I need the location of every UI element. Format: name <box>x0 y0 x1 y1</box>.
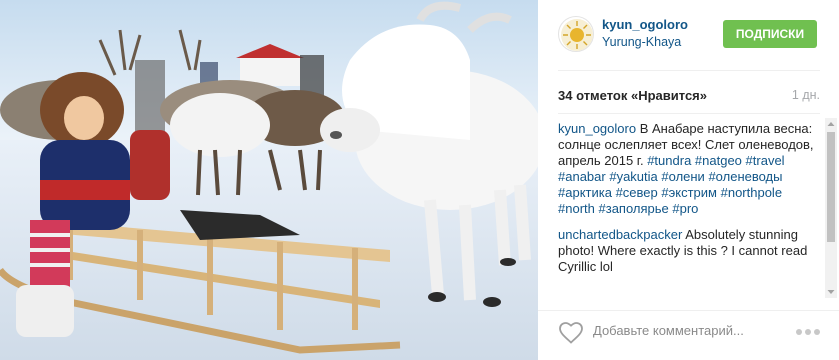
hashtag[interactable]: #yakutia <box>609 169 657 184</box>
more-dot <box>796 329 802 335</box>
add-comment-input[interactable]: Добавьте комментарий... <box>593 323 744 338</box>
scroll-up-arrow-icon[interactable] <box>825 118 837 130</box>
hashtag[interactable]: #олени <box>661 169 704 184</box>
comment-item: unchartedbackpacker Absolutely stunning … <box>558 227 820 275</box>
hashtag[interactable]: #travel <box>746 153 785 168</box>
likes-row: 34 отметок «Нравится» 1 дн. <box>558 88 820 106</box>
reindeer-sled-photo <box>0 0 538 360</box>
hashtag[interactable]: #natgeo <box>695 153 742 168</box>
hashtag[interactable]: #tundra <box>647 153 691 168</box>
post-username[interactable]: kyun_ogoloro <box>602 17 688 32</box>
heart-icon[interactable] <box>558 321 584 345</box>
post-timestamp[interactable]: 1 дн. <box>792 88 820 102</box>
comment-footer: Добавьте комментарий... <box>538 310 839 360</box>
post-header: kyun_ogoloro Yurung-Khaya ПОДПИСКИ <box>538 0 839 70</box>
more-options-icon[interactable] <box>796 329 822 337</box>
hashtag[interactable]: #экстрим <box>661 185 717 200</box>
sun-logo-icon <box>561 19 593 51</box>
scroll-down-arrow-icon[interactable] <box>825 286 837 298</box>
hashtag[interactable]: #север <box>616 185 658 200</box>
comment-username[interactable]: unchartedbackpacker <box>558 227 682 242</box>
likes-count[interactable]: 34 отметок «Нравится» <box>558 88 707 103</box>
caption-username[interactable]: kyun_ogoloro <box>558 121 636 136</box>
caption-comment: kyun_ogoloro В Анабаре наступила весна: … <box>558 121 820 217</box>
hashtag[interactable]: #pro <box>672 201 698 216</box>
follow-button[interactable]: ПОДПИСКИ <box>723 20 817 48</box>
hashtag[interactable]: #арктика <box>558 185 612 200</box>
likes-divider <box>558 113 820 114</box>
comments-list[interactable]: kyun_ogoloro В Анабаре наступила весна: … <box>558 121 820 299</box>
more-dot <box>814 329 820 335</box>
post-photo[interactable] <box>0 0 538 360</box>
hashtag[interactable]: #anabar <box>558 169 606 184</box>
more-dot <box>805 329 811 335</box>
avatar[interactable] <box>558 16 594 52</box>
comments-scrollbar[interactable] <box>825 118 837 298</box>
post-details-panel: kyun_ogoloro Yurung-Khaya ПОДПИСКИ 34 от… <box>538 0 839 360</box>
post-location[interactable]: Yurung-Khaya <box>602 35 681 49</box>
hashtag[interactable]: #northpole <box>721 185 782 200</box>
hashtag[interactable]: #оленеводы <box>708 169 782 184</box>
scrollbar-thumb[interactable] <box>827 132 835 242</box>
header-divider <box>558 70 820 71</box>
hashtag[interactable]: #заполярье <box>599 201 669 216</box>
hashtag[interactable]: #north <box>558 201 595 216</box>
